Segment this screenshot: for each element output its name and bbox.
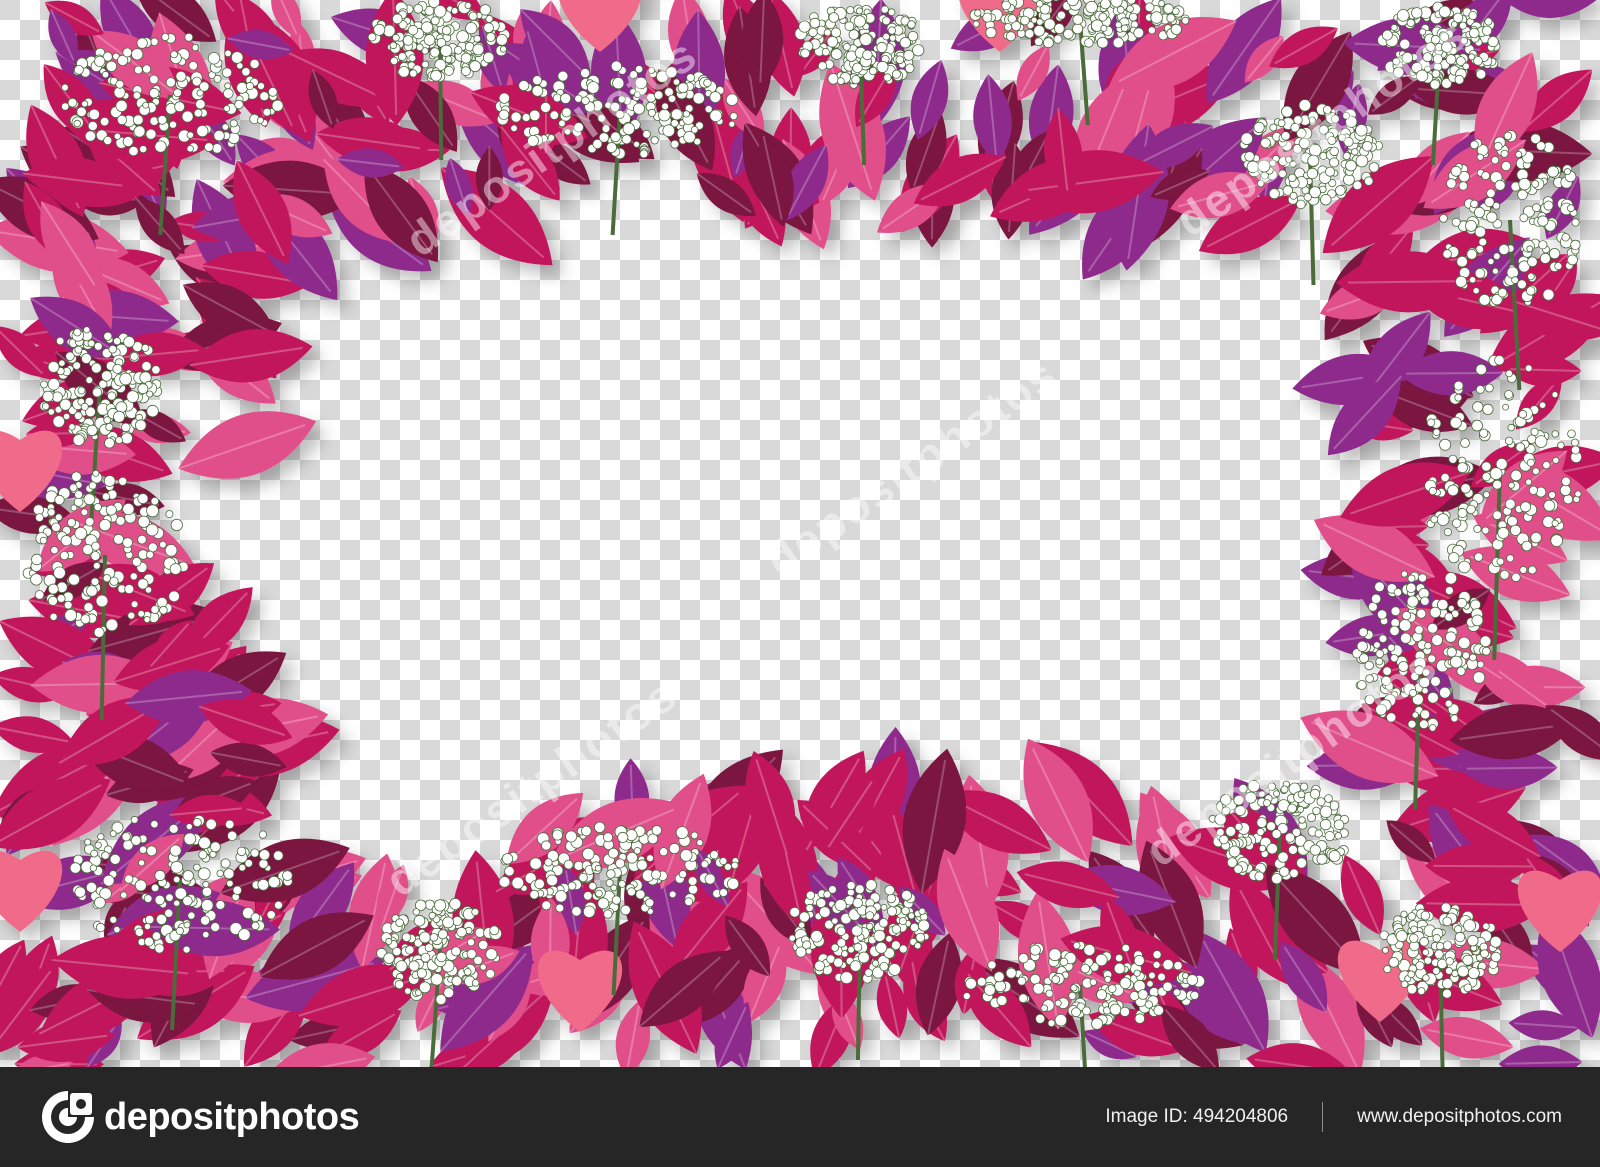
image-meta: Image ID: 494204806 www.depositphotos.co… xyxy=(1105,1102,1562,1132)
stock-footer-bar: depositphotos Image ID: 494204806 www.de… xyxy=(0,1067,1600,1167)
image-id-label: Image ID: 494204806 xyxy=(1105,1106,1289,1127)
divider xyxy=(1322,1102,1324,1132)
stock-image-preview: depositphotos depositphotos depositphoto… xyxy=(0,0,1600,1167)
leaf-vein xyxy=(1433,864,1532,868)
logo-wordmark: depositphotos xyxy=(104,1095,360,1138)
website-link[interactable]: www.depositphotos.com xyxy=(1357,1106,1562,1128)
floral-frame-artwork: depositphotos depositphotos depositphoto… xyxy=(0,0,1600,1067)
depositphotos-logo[interactable]: depositphotos xyxy=(40,1089,360,1145)
leaf-vein xyxy=(1466,766,1558,770)
leaf-vein xyxy=(1406,371,1504,375)
floral-frame-illustration xyxy=(0,0,1600,1067)
camera-aperture-icon xyxy=(42,1091,94,1143)
